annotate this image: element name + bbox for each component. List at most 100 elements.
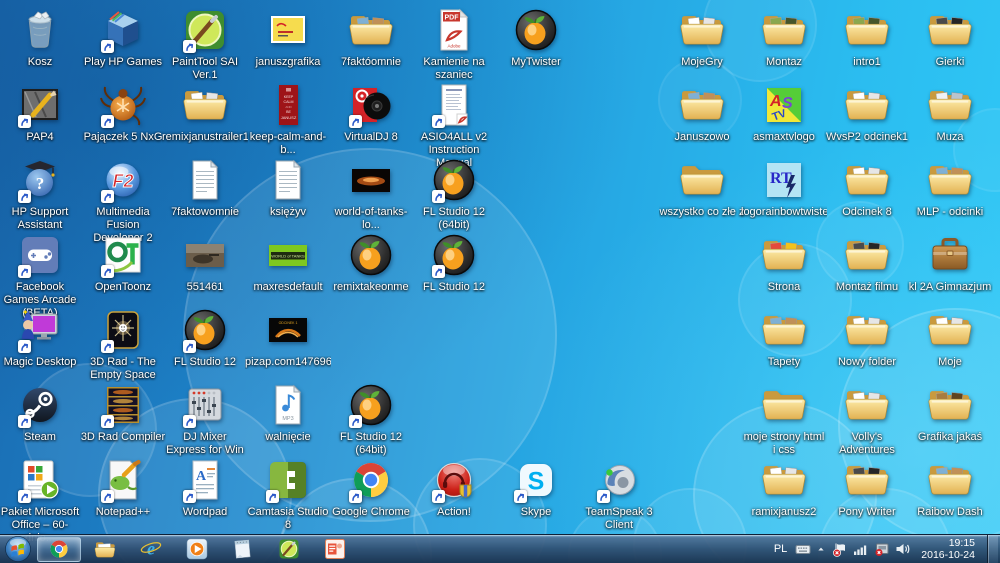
desktop-icon-label: Notepad++ <box>95 506 151 518</box>
fl-studio-12-64bit-desktop-icon[interactable]: FL Studio 12 (64bit) <box>328 381 414 457</box>
folder-plain-icon <box>760 381 808 429</box>
show-hidden-icon[interactable] <box>815 541 827 557</box>
monta-filmu-desktop-icon[interactable]: Montaż filmu <box>824 231 910 294</box>
keep-calm-and-b-desktop-icon[interactable]: KEEP CALM AND BE JANUSZ keep-calm-and-b..… <box>245 81 331 157</box>
fl-studio-12-64bit-desktop-icon[interactable]: FL Studio 12 (64bit) <box>411 156 497 232</box>
google-chrome-desktop-icon[interactable]: Google Chrome <box>328 456 414 519</box>
keyboard-icon[interactable] <box>794 541 811 557</box>
moje-desktop-icon[interactable]: Moje <box>907 306 993 369</box>
notepad-desktop-icon[interactable]: Notepad++ <box>80 456 166 519</box>
ramixjanusz2-desktop-icon[interactable]: ramixjanusz2 <box>741 456 827 519</box>
logorainbowtwister-desktop-icon[interactable]: RT logorainbowtwister <box>741 156 827 219</box>
pap4-desktop-icon[interactable]: PAP4 <box>0 81 83 144</box>
painttool-sai-taskbar-button[interactable] <box>267 537 311 562</box>
desktop-icon-label: Moje <box>938 356 962 368</box>
pizap-com1476969-desktop-icon[interactable]: ODCINEK 1 pizap.com1476969... <box>245 306 331 369</box>
svg-text:S: S <box>528 468 545 496</box>
kosz-desktop-icon[interactable]: Kosz <box>0 6 83 69</box>
windows-media-player-taskbar-button[interactable] <box>175 537 219 562</box>
play-hp-games-desktop-icon[interactable]: Play HP Games <box>80 6 166 69</box>
desktop-icons-area[interactable]: Kosz Play HP Games PaintTool SAI Ver.1 j… <box>0 0 1000 544</box>
7faktowomnie-desktop-icon[interactable]: 7faktowomnie <box>162 156 248 219</box>
walni-cie-desktop-icon[interactable]: MP3 walnięcie <box>245 381 331 444</box>
wszystko-co-z-e-z-desktop-icon[interactable]: wszystko co złe z <box>659 156 745 219</box>
steam-desktop-icon[interactable]: Steam <box>0 381 83 444</box>
windows-explorer-taskbar-button[interactable] <box>83 537 127 562</box>
shortcut-arrow-icon <box>266 490 279 503</box>
virtualdj-8-desktop-icon[interactable]: VirtualDJ 8 <box>328 81 414 144</box>
image-tank-icon <box>181 231 229 279</box>
januszgrafika-desktop-icon[interactable]: januszgrafika <box>245 6 331 69</box>
teamspeak-icon <box>595 456 643 504</box>
painttool-sai-ver-1-desktop-icon[interactable]: PaintTool SAI Ver.1 <box>162 6 248 82</box>
opentoonz-desktop-icon[interactable]: OpenToonz <box>80 231 166 294</box>
strona-desktop-icon[interactable]: Strona <box>741 231 827 294</box>
internet-explorer-taskbar-button[interactable]: e <box>129 537 173 562</box>
desktop-icon-label: Gierki <box>935 56 965 68</box>
3d-rad-the-empty-space-desktop-icon[interactable]: 3D Rad - The Empty Space <box>80 306 166 382</box>
tapety-desktop-icon[interactable]: Tapety <box>741 306 827 369</box>
powerpoint-taskbar-button[interactable] <box>313 537 357 562</box>
fl-studio-12-desktop-icon[interactable]: FL Studio 12 <box>411 231 497 294</box>
svg-text:AND: AND <box>285 105 292 109</box>
asmaxtvlogo-desktop-icon[interactable]: A S TV asmaxtvlogo <box>741 81 827 144</box>
mytwister-desktop-icon[interactable]: MyTwister <box>493 6 579 69</box>
kamienie-na-szaniec-desktop-icon[interactable]: PDF Adobe Kamienie na szaniec <box>411 6 497 82</box>
hp-support-assistant-desktop-icon[interactable]: ? HP Support Assistant <box>0 156 83 232</box>
world-of-tanks-lo-desktop-icon[interactable]: world-of-tanks-lo... <box>328 156 414 232</box>
google-chrome-taskbar-button[interactable] <box>37 536 81 562</box>
svg-text:Adobe: Adobe <box>447 44 461 49</box>
dj-mixer-express-for-win-desktop-icon[interactable]: DJ Mixer Express for Win <box>162 381 248 457</box>
volly-s-adventures-desktop-icon[interactable]: Volly's Adventures <box>824 381 910 457</box>
mojegry-desktop-icon[interactable]: MojeGry <box>659 6 745 69</box>
pakiet-microsoft-office-60-dnio-desktop-icon[interactable]: Pakiet Microsoft Office – 60-dnio... <box>0 456 83 545</box>
shortcut-arrow-icon <box>183 340 196 353</box>
maxresdefault-desktop-icon[interactable]: WORLD of TANKS maxresdefault <box>245 231 331 294</box>
raibow-dash-desktop-icon[interactable]: Raibow Dash <box>907 456 993 519</box>
desktop-icon-label: TeamSpeak 3 Client <box>585 506 653 531</box>
wordpad-desktop-icon[interactable]: A Wordpad <box>162 456 248 519</box>
device-error-icon[interactable] <box>873 541 890 557</box>
montaz-desktop-icon[interactable]: Montaz <box>741 6 827 69</box>
nowy-folder-desktop-icon[interactable]: Nowy folder <box>824 306 910 369</box>
action-desktop-icon[interactable]: Action! <box>411 456 497 519</box>
pony-writer-desktop-icon[interactable]: Pony Writer <box>824 456 910 519</box>
action-center-icon[interactable] <box>831 541 848 557</box>
clock[interactable]: 19:15 2016-10-24 <box>917 537 981 561</box>
camtasia-studio-8-desktop-icon[interactable]: Camtasia Studio 8 <box>245 456 331 532</box>
magic-desktop-desktop-icon[interactable]: ✦ Magic Desktop <box>0 306 83 369</box>
januszowo-desktop-icon[interactable]: Januszowo <box>659 81 745 144</box>
3d-rad-compiler-desktop-icon[interactable]: 3D Rad Compiler <box>80 381 166 444</box>
svg-text:PDF: PDF <box>445 15 460 22</box>
muza-desktop-icon[interactable]: Muza <box>907 81 993 144</box>
wvsp2-odcinek1-desktop-icon[interactable]: WvsP2 odcinek1 <box>824 81 910 144</box>
fl-studio-12-desktop-icon[interactable]: FL Studio 12 <box>162 306 248 369</box>
kl-2a-gimnazjum-desktop-icon[interactable]: kl 2A Gimnazjum <box>907 231 993 294</box>
desktop-icon-label: Steam <box>24 431 56 443</box>
notepad-taskbar-button[interactable] <box>221 537 265 562</box>
paj-czek-5-nxg-desktop-icon[interactable]: Pajączek 5 NxG <box>80 81 166 144</box>
mlp-odcinki-desktop-icon[interactable]: MLP - odcinki <box>907 156 993 219</box>
volume-icon[interactable] <box>894 541 911 557</box>
grafika-jaka-desktop-icon[interactable]: Grafika jakaś <box>907 381 993 444</box>
teamspeak-3-client-desktop-icon[interactable]: TeamSpeak 3 Client <box>576 456 662 532</box>
7fakt-omnie-desktop-icon[interactable]: 7faktóomnie <box>328 6 414 69</box>
desktop-icon-label: Magic Desktop <box>3 356 77 368</box>
show-desktop-button[interactable] <box>987 535 998 563</box>
rad-compiler-icon <box>99 381 147 429</box>
network-signal-icon[interactable] <box>852 541 869 557</box>
intro1-desktop-icon[interactable]: intro1 <box>824 6 910 69</box>
gierki-desktop-icon[interactable]: Gierki <box>907 6 993 69</box>
skype-desktop-icon[interactable]: S Skype <box>493 456 579 519</box>
desktop-icon-label: Tapety <box>767 356 801 368</box>
start-button[interactable] <box>0 535 36 563</box>
ksi-yv-desktop-icon[interactable]: księżyv <box>245 156 331 219</box>
551461-desktop-icon[interactable]: 551461 <box>162 231 248 294</box>
desktop-icon-label: keep-calm-and-b... <box>249 131 327 156</box>
remixtakeonme-desktop-icon[interactable]: remixtakeonme <box>328 231 414 294</box>
language-indicator[interactable]: PL <box>773 543 788 555</box>
moje-strony-html-i-css-desktop-icon[interactable]: moje strony html i css <box>741 381 827 457</box>
clock-time: 19:15 <box>948 537 975 549</box>
remixjanustrailer1-desktop-icon[interactable]: remixjanustrailer1 <box>162 81 248 144</box>
odcinek-8-desktop-icon[interactable]: Odcinek 8 <box>824 156 910 219</box>
